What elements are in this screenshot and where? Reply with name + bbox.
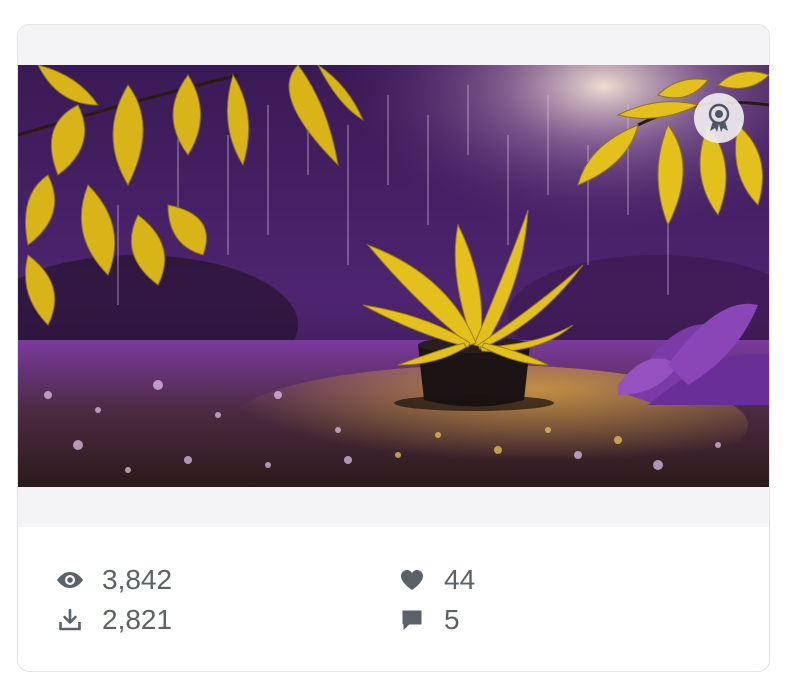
stats-panel: 3,842 2,821 44 5 bbox=[18, 527, 769, 671]
heart-icon bbox=[398, 566, 426, 594]
likes-stat: 44 bbox=[398, 563, 475, 597]
award-ribbon-icon bbox=[708, 103, 730, 132]
views-stat: 3,842 bbox=[56, 563, 172, 597]
download-icon bbox=[56, 606, 84, 634]
comments-count: 5 bbox=[444, 604, 460, 635]
downloads-count: 2,821 bbox=[102, 604, 173, 635]
artwork-illustration bbox=[18, 65, 769, 487]
award-badge[interactable] bbox=[694, 93, 744, 143]
views-count: 3,842 bbox=[102, 564, 173, 595]
image-card[interactable]: 3,842 2,821 44 5 bbox=[17, 24, 770, 672]
likes-count: 44 bbox=[444, 564, 476, 595]
comments-stat: 5 bbox=[398, 603, 460, 637]
eye-icon bbox=[56, 566, 84, 594]
artwork-image[interactable] bbox=[18, 65, 769, 487]
downloads-stat: 2,821 bbox=[56, 603, 172, 637]
media-area bbox=[18, 25, 769, 527]
comment-icon bbox=[398, 606, 426, 634]
